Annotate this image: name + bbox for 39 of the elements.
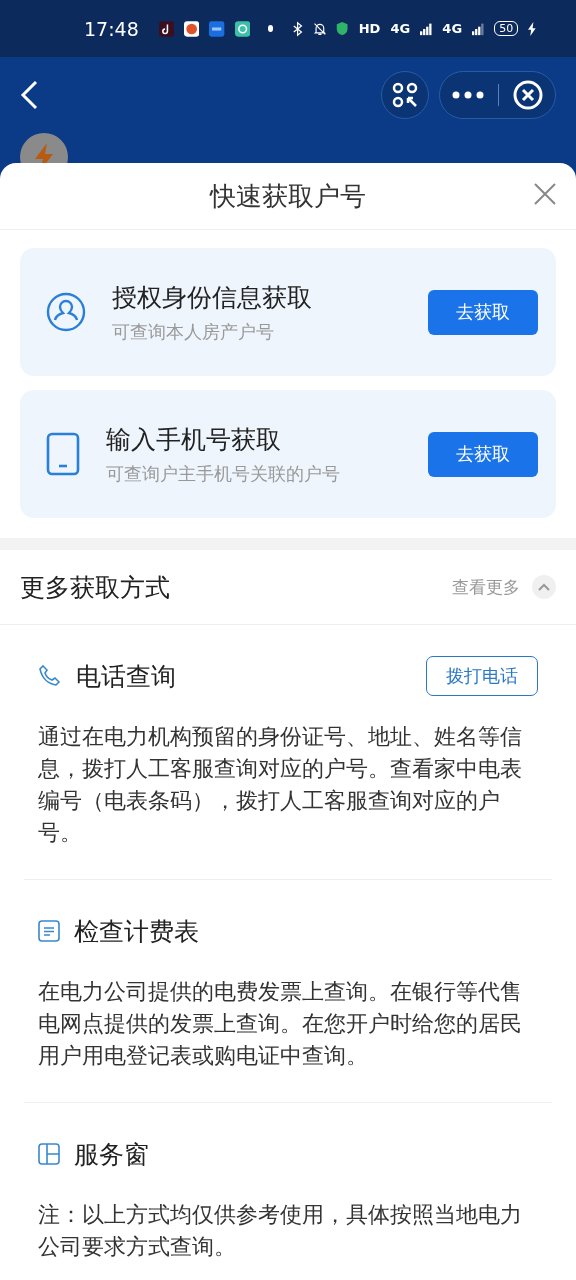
see-more-link[interactable]: 查看更多	[452, 575, 520, 599]
notification-dot	[268, 25, 274, 32]
more-icon[interactable]	[452, 91, 484, 99]
network-label: 4G	[442, 21, 463, 36]
section-title: 更多获取方式	[20, 571, 171, 604]
call-button[interactable]: 拨打电话	[426, 656, 538, 696]
battery-level: 50	[494, 21, 519, 36]
shield-icon	[336, 19, 349, 38]
get-button[interactable]: 去获取	[428, 431, 538, 477]
sheet-title: 快速获取户号	[210, 179, 366, 213]
back-icon[interactable]	[20, 80, 38, 110]
get-button[interactable]: 去获取	[428, 289, 538, 335]
option-subtitle: 可查询本人房产户号	[112, 319, 275, 344]
option-title: 输入手机号获取	[106, 423, 282, 456]
option-title: 授权身份信息获取	[112, 281, 313, 314]
app-icon	[209, 18, 225, 39]
phone-icon	[38, 664, 62, 688]
method-description: 在电力公司提供的电费发票上查询。在银行等代售电网点提供的发票上查询。在您开户时给您的居民用户用电登记表或购电证中查询。	[38, 978, 523, 1070]
app-icon	[184, 18, 200, 39]
scan-icon[interactable]	[392, 82, 418, 108]
status-time: 17:48	[84, 17, 139, 40]
toggle-button[interactable]	[532, 575, 556, 599]
method-description: 通过在电力机构预留的身份证号、地址、姓名等信息，拨打人工客服查询对应的户号。查看家中电表编号（电表条码），拨打人工客服查询对应的户号。	[38, 723, 523, 847]
document-icon	[38, 920, 60, 942]
method-title: 检查计费表	[74, 915, 200, 948]
app-icon	[158, 18, 175, 39]
bluetooth-icon	[293, 19, 303, 38]
method-title: 服务窗	[74, 1138, 150, 1171]
network-label: 4G	[390, 21, 411, 36]
option-subtitle: 可查询户主手机号关联的户号	[106, 461, 341, 486]
scan-button[interactable]	[381, 71, 429, 119]
phone-icon	[46, 432, 80, 476]
layout-icon	[38, 1143, 60, 1165]
app-icon	[234, 18, 251, 39]
method-description: 注：以上方式均仅供参考使用，具体按照当地电力公司要求方式查询。	[38, 1201, 523, 1261]
user-icon	[46, 292, 86, 332]
network-label: HD	[358, 21, 381, 36]
method-title: 电话查询	[76, 660, 177, 693]
menu-capsule[interactable]	[439, 71, 556, 119]
